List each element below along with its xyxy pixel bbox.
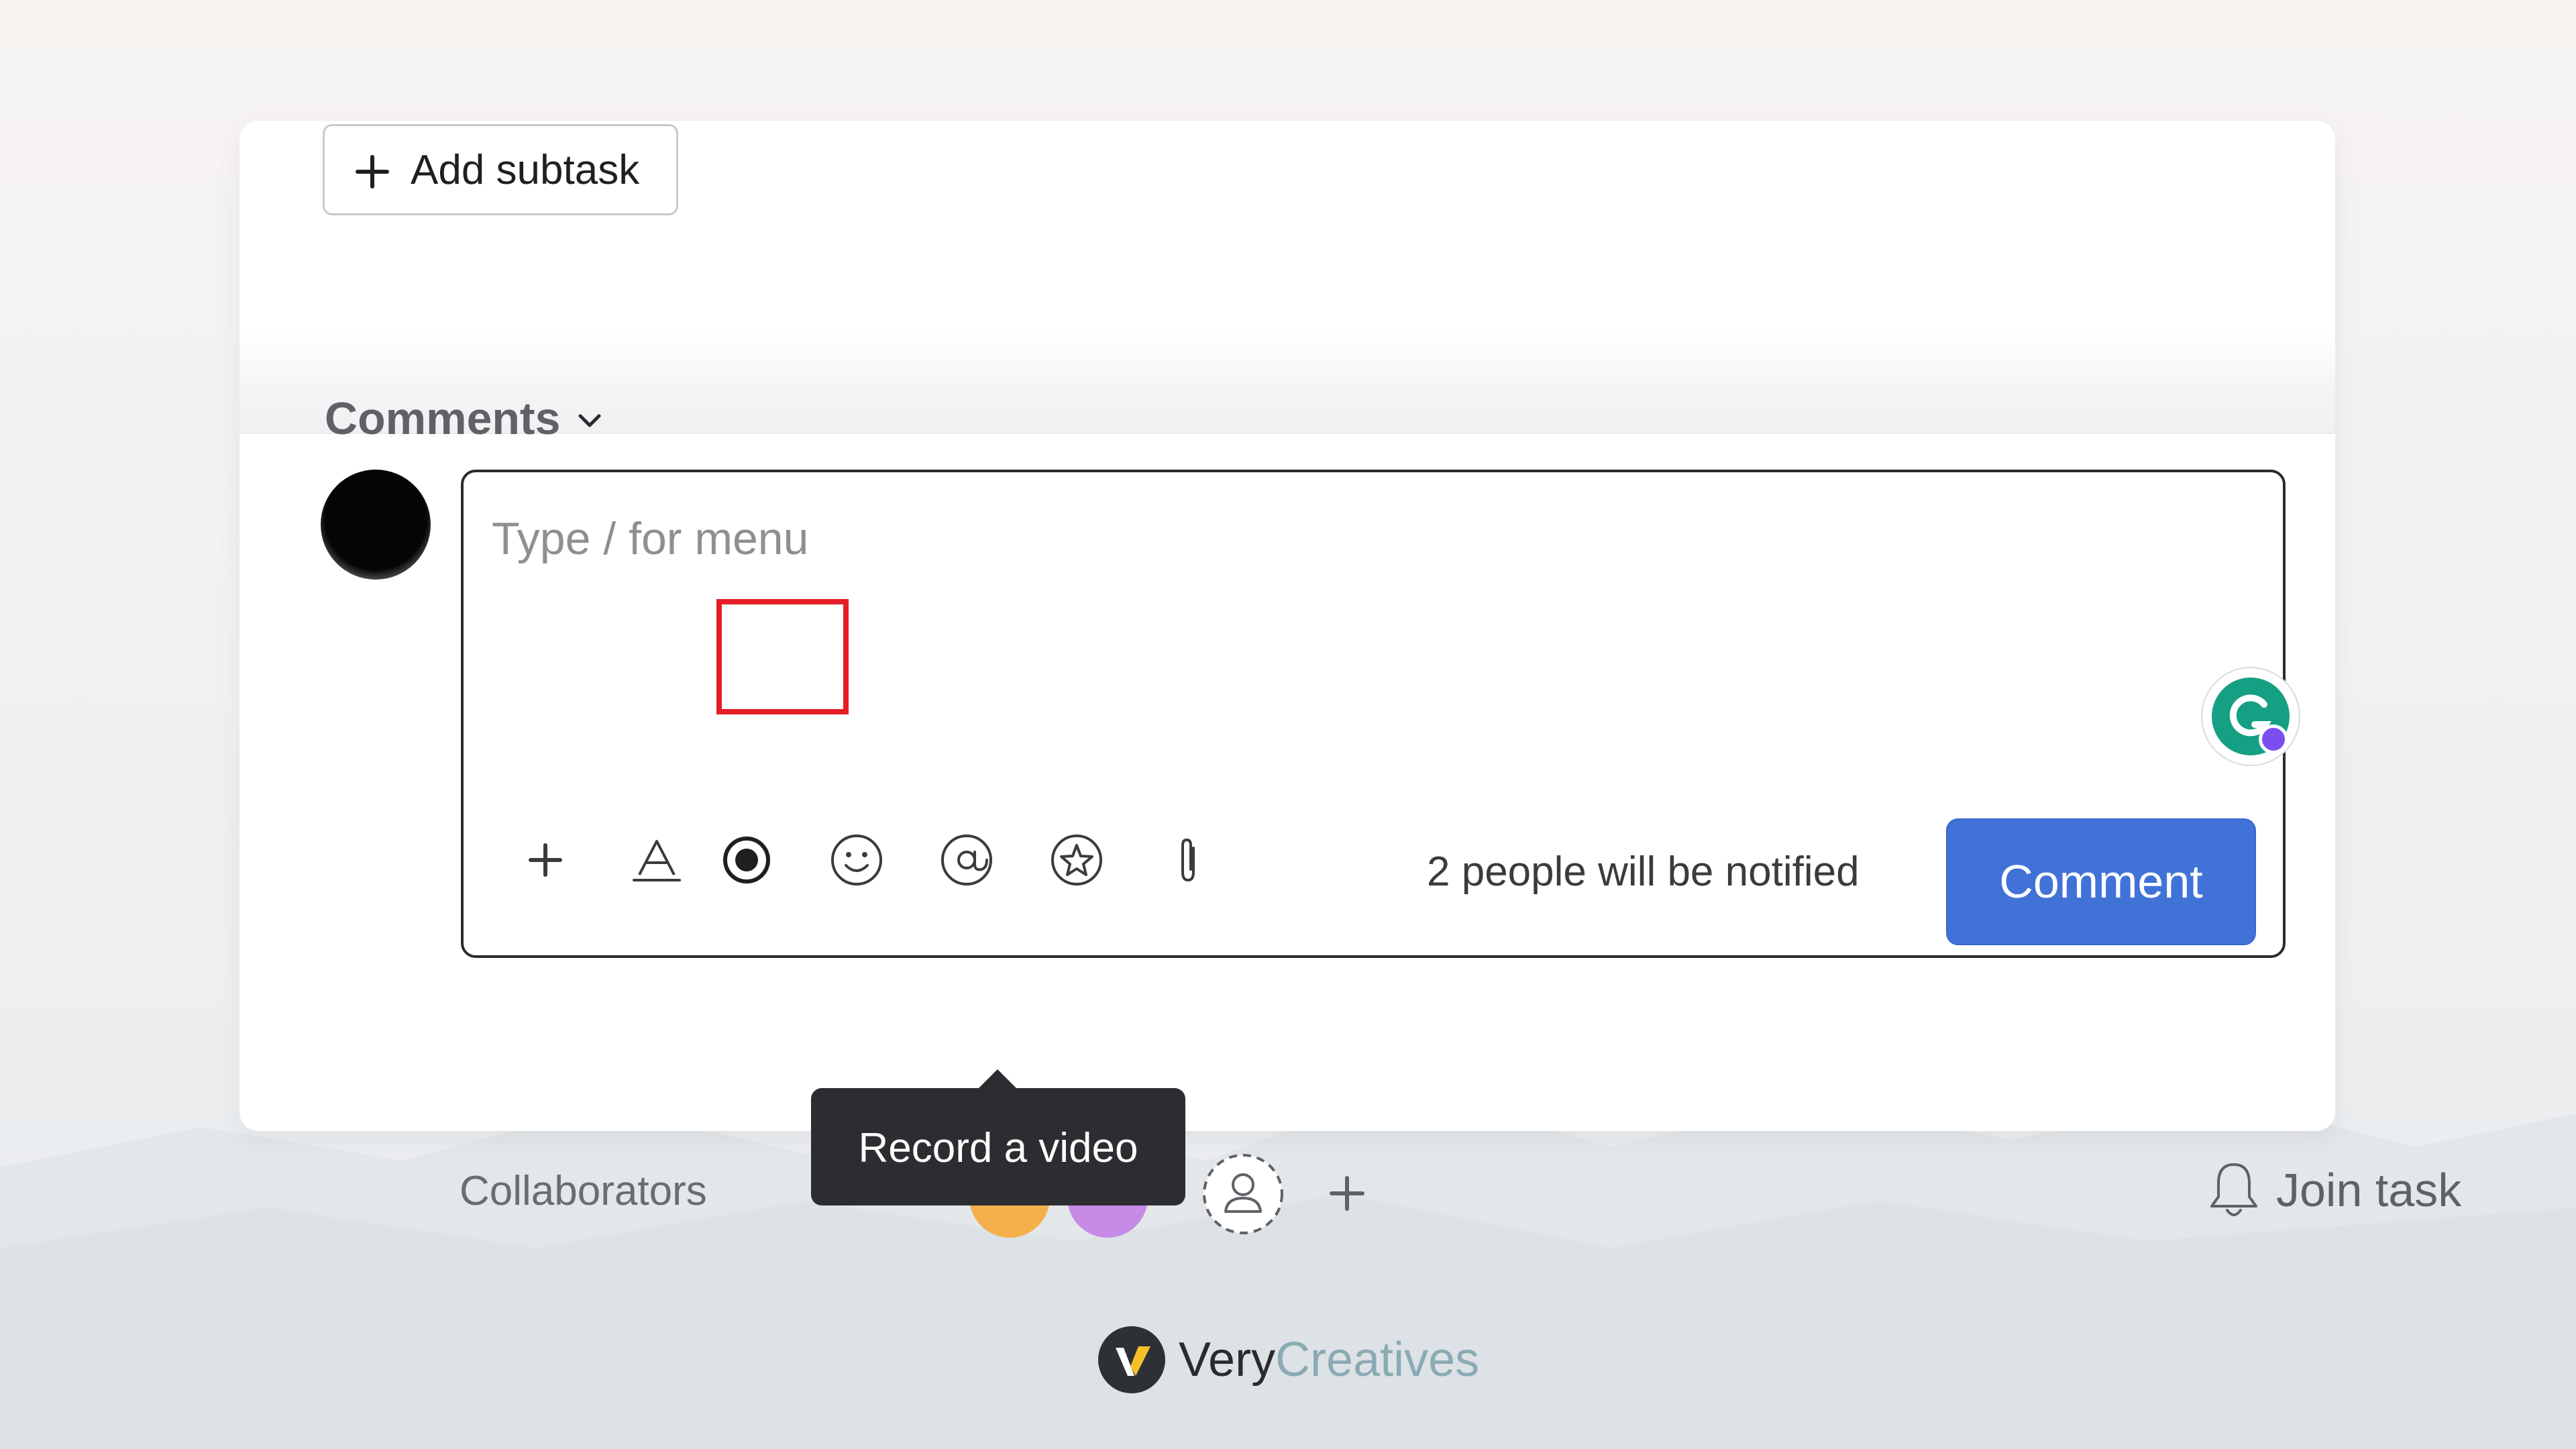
bell-icon xyxy=(2210,1163,2257,1216)
grammarly-status-dot xyxy=(2259,724,2288,754)
add-subtask-button[interactable]: Add subtask xyxy=(323,124,678,215)
comments-title: Comments xyxy=(325,393,561,444)
collaborators-label: Collaborators xyxy=(460,1168,707,1214)
subtask-area: Add subtask xyxy=(239,121,2335,332)
task-detail-panel: Add subtask Comments Type / for menu 2 p… xyxy=(239,121,2461,1238)
tooltip-arrow xyxy=(977,1069,1018,1089)
record-video-button[interactable] xyxy=(714,828,779,892)
add-subtask-label: Add subtask xyxy=(411,147,640,193)
chevron-down-icon xyxy=(578,414,601,427)
logo-text-creatives: Creatives xyxy=(1275,1333,1480,1387)
attachment-icon xyxy=(1181,838,1195,882)
comment-submit-label: Comment xyxy=(1999,855,2203,908)
notify-count-text: 2 people will be notified xyxy=(1427,849,1860,895)
comments-section-toggle[interactable]: Comments xyxy=(325,392,604,445)
user-avatar xyxy=(321,470,431,580)
verycreatives-logo: Very Creatives xyxy=(1097,1325,1479,1395)
record-video-tooltip: Record a video xyxy=(811,1069,1185,1205)
insert-plus-button[interactable] xyxy=(513,828,578,892)
plus-icon xyxy=(356,155,389,189)
record-video-highlight xyxy=(716,599,849,714)
join-task-button[interactable]: Join task xyxy=(2205,1159,2461,1221)
emoji-button[interactable] xyxy=(824,828,889,892)
join-task-label: Join task xyxy=(2276,1164,2462,1216)
tooltip-text: Record a video xyxy=(858,1125,1138,1171)
star-icon xyxy=(1051,835,1102,885)
attachment-button[interactable] xyxy=(1156,828,1220,892)
star-button[interactable] xyxy=(1044,828,1109,892)
grammarly-button[interactable] xyxy=(2201,667,2300,766)
comment-input-placeholder[interactable]: Type / for menu xyxy=(492,513,808,565)
comment-submit-button[interactable]: Comment xyxy=(1946,818,2256,945)
emoji-icon xyxy=(831,835,882,885)
mention-button[interactable] xyxy=(934,828,999,892)
text-format-button[interactable] xyxy=(625,828,689,892)
record-video-icon xyxy=(723,837,770,883)
logo-v-icon xyxy=(1098,1326,1165,1393)
plus-icon[interactable] xyxy=(1326,1173,1368,1214)
mention-icon xyxy=(941,835,992,885)
text-format-icon xyxy=(633,840,681,881)
plus-icon xyxy=(529,843,562,877)
add-collaborator-icon[interactable] xyxy=(1201,1152,1285,1236)
logo-text-very: Very xyxy=(1179,1333,1276,1387)
